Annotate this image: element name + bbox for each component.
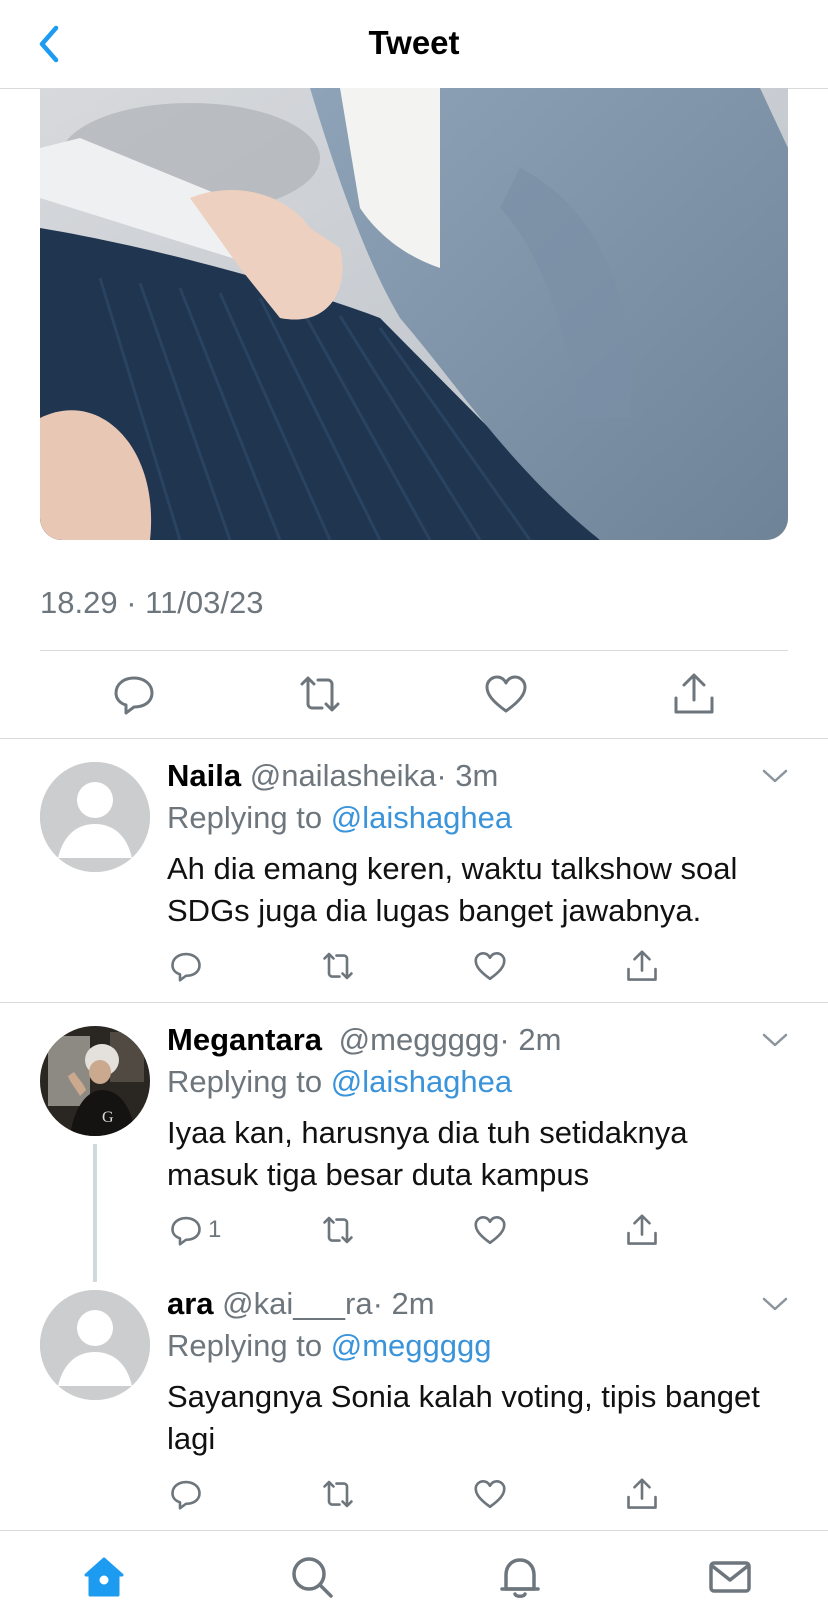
chevron-down-icon[interactable] — [760, 1030, 790, 1050]
notifications-icon[interactable] — [496, 1553, 544, 1601]
retweet-icon[interactable] — [296, 670, 344, 718]
reply-text: Ah dia emang keren, waktu talkshow soal … — [167, 851, 738, 928]
reply-author: ara @kai___ra· 2m — [167, 1286, 435, 1322]
messages-icon[interactable] — [706, 1553, 754, 1601]
mention-link[interactable]: @laishaghea — [331, 800, 512, 835]
divider — [40, 650, 788, 651]
chevron-down-icon[interactable] — [760, 766, 790, 786]
display-name[interactable]: ara — [167, 1286, 214, 1321]
retweet-icon[interactable] — [320, 1212, 356, 1248]
divider — [0, 738, 828, 739]
display-name[interactable]: Megantara — [167, 1022, 322, 1057]
like-icon[interactable] — [472, 1476, 508, 1512]
avatar[interactable] — [40, 762, 150, 872]
reply-author: Megantara @meggggg· 2m — [167, 1022, 561, 1058]
divider — [0, 1002, 828, 1003]
replying-label: Replying to — [167, 1328, 323, 1363]
retweet-icon[interactable] — [320, 1476, 356, 1512]
replying-to: Replying to @meggggg — [167, 1328, 491, 1364]
bottom-tab-bar — [0, 1530, 828, 1614]
share-icon[interactable] — [624, 948, 660, 984]
mention-link[interactable]: @laishaghea — [331, 1064, 512, 1099]
reply-time: · 3m — [436, 758, 499, 793]
reply-icon[interactable] — [168, 1476, 204, 1512]
tweet-image[interactable] — [40, 88, 788, 540]
like-icon[interactable] — [482, 670, 530, 718]
reply-icon[interactable] — [168, 948, 204, 984]
share-icon[interactable] — [670, 670, 718, 718]
replying-to: Replying to @laishaghea — [167, 1064, 512, 1100]
share-icon[interactable] — [624, 1212, 660, 1248]
chevron-down-icon[interactable] — [760, 1294, 790, 1314]
user-handle[interactable]: @nailasheika — [250, 758, 437, 793]
user-handle[interactable]: @meggggg — [339, 1022, 500, 1057]
tweet-timestamp: 18.29 · 11/03/23 — [40, 585, 264, 620]
user-handle[interactable]: @kai___ra — [222, 1286, 372, 1321]
reply-count: 1 — [208, 1216, 222, 1243]
reply-time: · 2m — [372, 1286, 435, 1321]
home-icon[interactable] — [80, 1553, 128, 1601]
avatar[interactable]: G — [40, 1026, 150, 1136]
reply-text: Iyaa kan, harusnya dia tuh setidaknya ma… — [167, 1115, 688, 1192]
replying-to: Replying to @laishaghea — [167, 800, 512, 836]
reply-icon[interactable] — [168, 1212, 204, 1248]
reply-author: Naila @nailasheika· 3m — [167, 758, 498, 794]
display-name[interactable]: Naila — [167, 758, 241, 793]
reply-time: · 2m — [499, 1022, 562, 1057]
reply-icon[interactable] — [110, 670, 158, 718]
search-icon[interactable] — [288, 1553, 336, 1601]
share-icon[interactable] — [624, 1476, 660, 1512]
retweet-icon[interactable] — [320, 948, 356, 984]
top-nav-bar: Tweet — [0, 0, 828, 89]
page-title: Tweet — [368, 24, 460, 61]
thread-connector — [93, 1144, 97, 1282]
like-icon[interactable] — [472, 1212, 508, 1248]
reply-text: Sayangnya Sonia kalah voting, tipis bang… — [167, 1379, 760, 1456]
avatar[interactable] — [40, 1290, 150, 1400]
replying-label: Replying to — [167, 800, 323, 835]
mention-link[interactable]: @meggggg — [331, 1328, 492, 1363]
replying-label: Replying to — [167, 1064, 323, 1099]
svg-text:G: G — [102, 1109, 114, 1126]
like-icon[interactable] — [472, 948, 508, 984]
